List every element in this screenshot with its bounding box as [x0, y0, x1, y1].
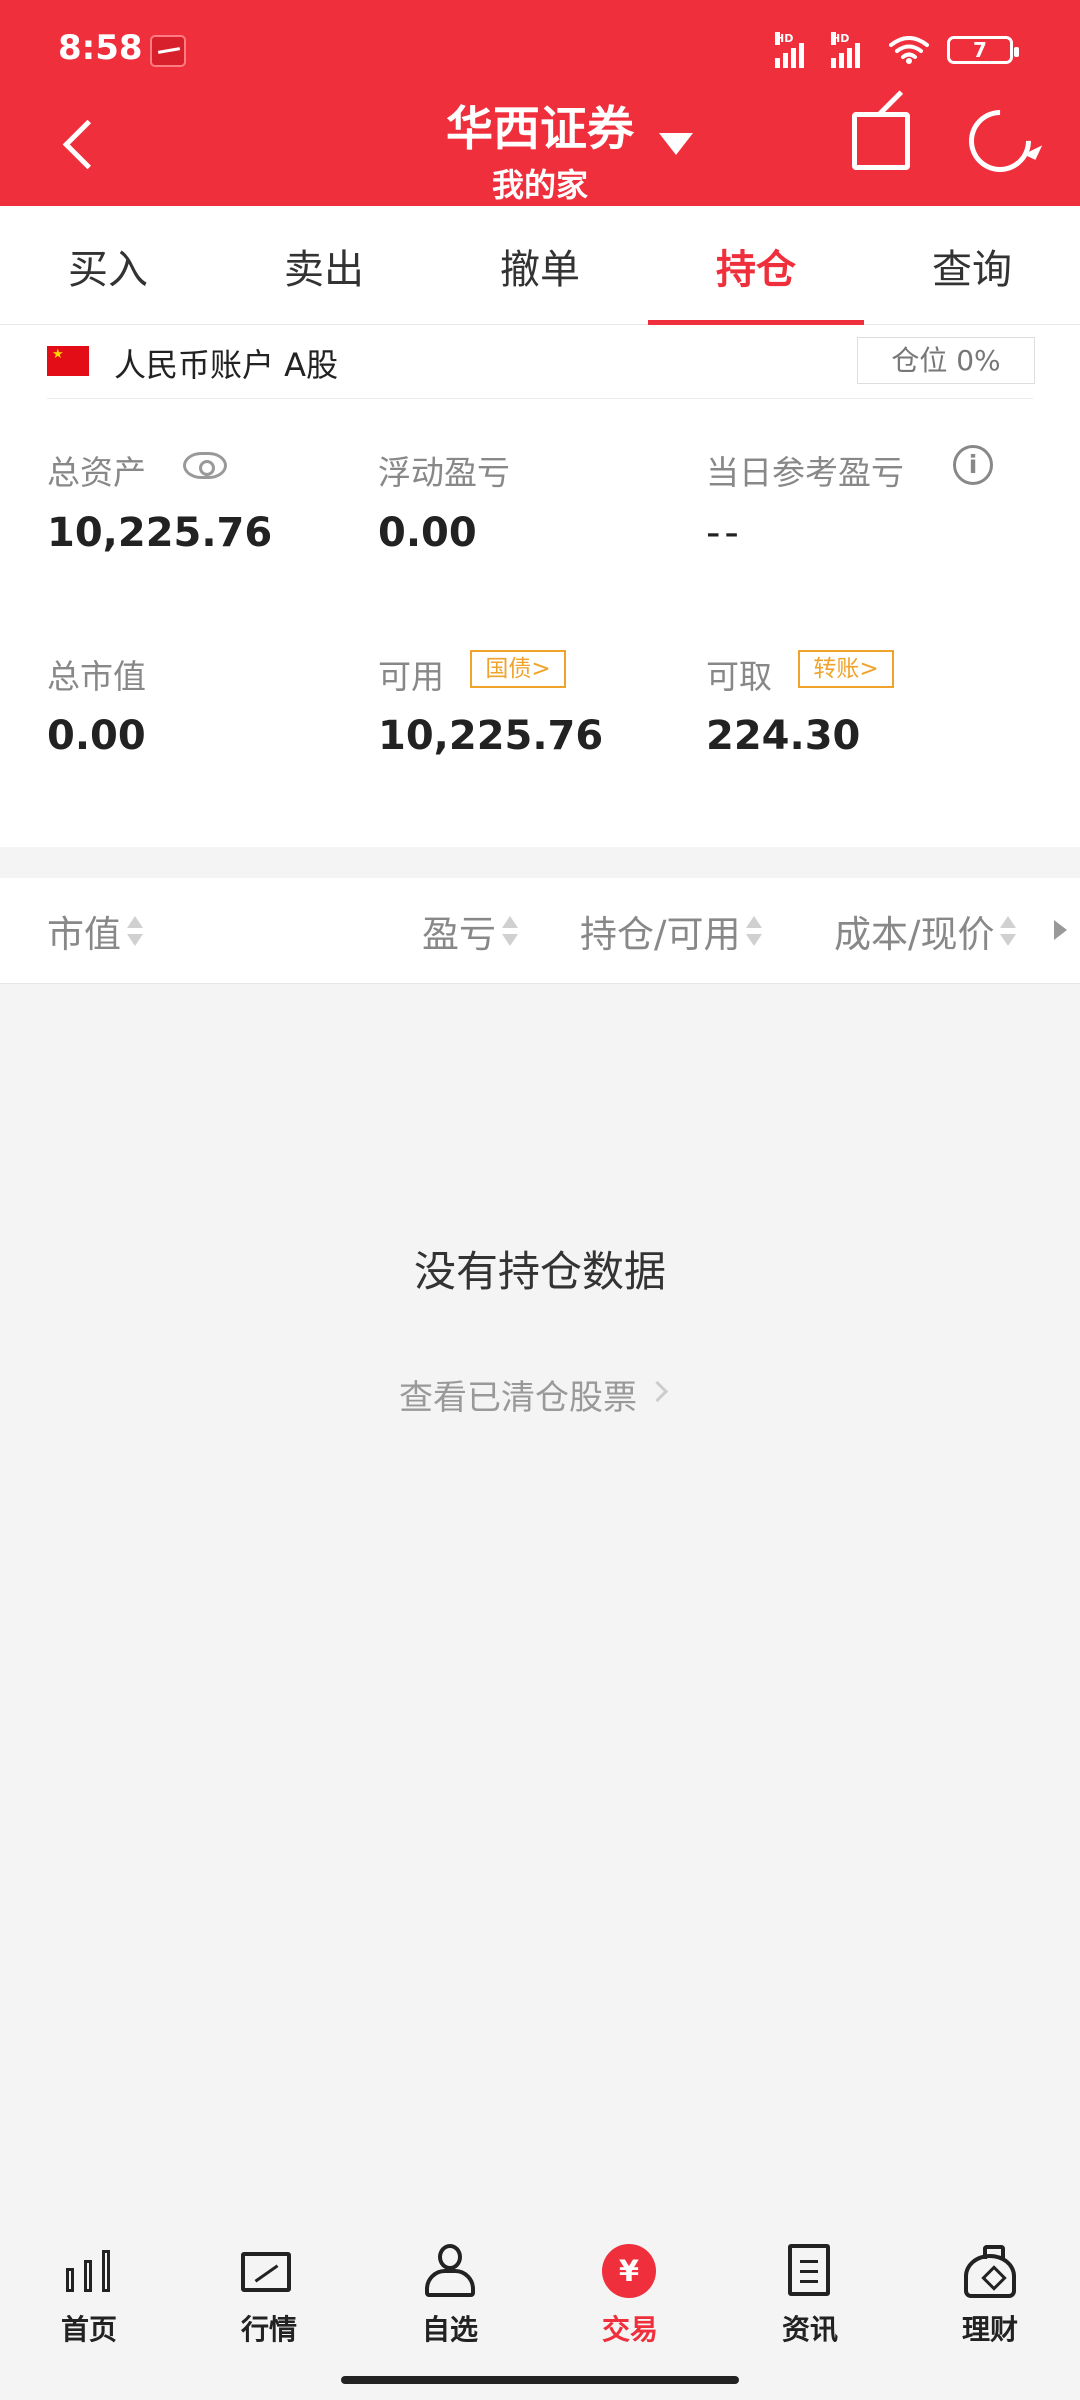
cost-price-header-text: 成本/现价: [834, 913, 995, 956]
cellular-signal-icon: HD: [775, 32, 819, 68]
tab-cancel-order[interactable]: 撤单: [432, 206, 648, 325]
share-icon[interactable]: [852, 112, 910, 170]
money-bag-icon: [962, 2244, 1018, 2300]
empty-holdings-title: 没有持仓数据: [413, 1247, 666, 1296]
candlestick-icon: [61, 2244, 117, 2300]
nav-home-label: 首页: [60, 2313, 117, 2346]
sort-icon: [746, 913, 763, 949]
eye-icon[interactable]: [183, 452, 227, 479]
nav-news[interactable]: 资讯: [755, 2244, 865, 2360]
summary-divider: [47, 398, 1033, 399]
available-label: 可用: [378, 657, 444, 696]
floating-pnl-label: 浮动盈亏: [378, 453, 510, 492]
app-header: 8:58 HD HD 7 华西证券 我的家: [0, 0, 1080, 206]
account-summary: [0, 325, 1080, 847]
account-dropdown-icon[interactable]: [659, 133, 693, 155]
wifi-icon: [889, 36, 929, 64]
account-subtitle: 我的家: [491, 166, 588, 204]
nav-news-label: 资讯: [781, 2313, 838, 2346]
info-icon[interactable]: i: [953, 445, 993, 485]
treasury-bond-tag[interactable]: 国债>: [470, 650, 566, 688]
tab-holdings[interactable]: 持仓: [648, 206, 864, 325]
notification-icon: [150, 35, 186, 67]
nav-watchlist[interactable]: 自选: [395, 2244, 505, 2360]
nav-market-label: 行情: [240, 2313, 297, 2346]
signal-hd-label-2: HD: [831, 32, 850, 45]
market-value-column-header[interactable]: 市值: [47, 878, 143, 984]
withdrawable-value: 224.30: [706, 713, 861, 759]
more-columns-icon[interactable]: [1054, 920, 1067, 940]
pnl-header-text: 盈亏: [422, 913, 496, 956]
total-assets-label: 总资产: [47, 453, 146, 492]
nav-wealth-label: 理财: [961, 2313, 1018, 2346]
status-time: 8:58: [58, 28, 143, 68]
nav-home[interactable]: 首页: [34, 2244, 144, 2360]
person-icon: [422, 2244, 478, 2300]
position-ratio-badge: 仓位 0%: [857, 337, 1035, 384]
sort-icon: [127, 913, 143, 949]
nav-watchlist-label: 自选: [421, 2313, 478, 2346]
daily-pnl-value: --: [706, 510, 743, 556]
trade-tabs: 买入 卖出 撤单 持仓 查询: [0, 206, 1080, 325]
floating-pnl-value: 0.00: [378, 510, 477, 556]
view-cleared-stocks-link[interactable]: 查看已清仓股票: [399, 1370, 637, 1419]
market-chart-icon: [241, 2244, 297, 2300]
holding-available-column-header[interactable]: 持仓/可用: [580, 878, 763, 984]
market-value-value: 0.00: [47, 713, 146, 759]
bottom-navigation: 首页 行情 自选 ¥ 交易 资讯 理财: [0, 2224, 1080, 2400]
yuan-icon: ¥: [602, 2244, 658, 2300]
account-label: 人民币账户 A股: [114, 346, 339, 384]
signal-hd-label: HD: [775, 32, 794, 45]
daily-pnl-label: 当日参考盈亏: [706, 453, 904, 492]
nav-trade-label: 交易: [601, 2313, 658, 2346]
holdings-table-header: 市值 盈亏 持仓/可用 成本/现价: [0, 878, 1080, 984]
sort-icon: [502, 913, 518, 949]
back-icon[interactable]: [58, 110, 98, 180]
sort-icon: [1000, 913, 1017, 949]
tab-buy[interactable]: 买入: [0, 206, 216, 325]
chevron-right-icon: [646, 1380, 669, 1403]
nav-wealth[interactable]: 理财: [935, 2244, 1045, 2360]
holding-available-header-text: 持仓/可用: [580, 913, 741, 956]
tab-sell[interactable]: 卖出: [216, 206, 432, 325]
withdrawable-label: 可取: [706, 657, 772, 696]
home-indicator[interactable]: [341, 2376, 739, 2384]
pnl-column-header[interactable]: 盈亏: [422, 878, 518, 984]
nav-market[interactable]: 行情: [214, 2244, 324, 2360]
available-value: 10,225.76: [378, 713, 604, 759]
market-value-header-text: 市值: [47, 913, 121, 956]
china-flag-icon: [47, 346, 89, 376]
nav-trade[interactable]: ¥ 交易: [575, 2244, 685, 2360]
total-assets-value: 10,225.76: [47, 510, 273, 556]
transfer-tag[interactable]: 转账>: [798, 650, 894, 688]
broker-title: 华西证券: [446, 102, 634, 157]
battery-icon: 7: [947, 36, 1019, 64]
refresh-icon[interactable]: [956, 97, 1044, 185]
market-value-label: 总市值: [47, 657, 146, 696]
document-icon: [782, 2244, 838, 2300]
tab-query[interactable]: 查询: [864, 206, 1080, 325]
cost-price-column-header[interactable]: 成本/现价: [834, 878, 1017, 984]
cellular-signal-icon-2: HD: [831, 32, 875, 68]
